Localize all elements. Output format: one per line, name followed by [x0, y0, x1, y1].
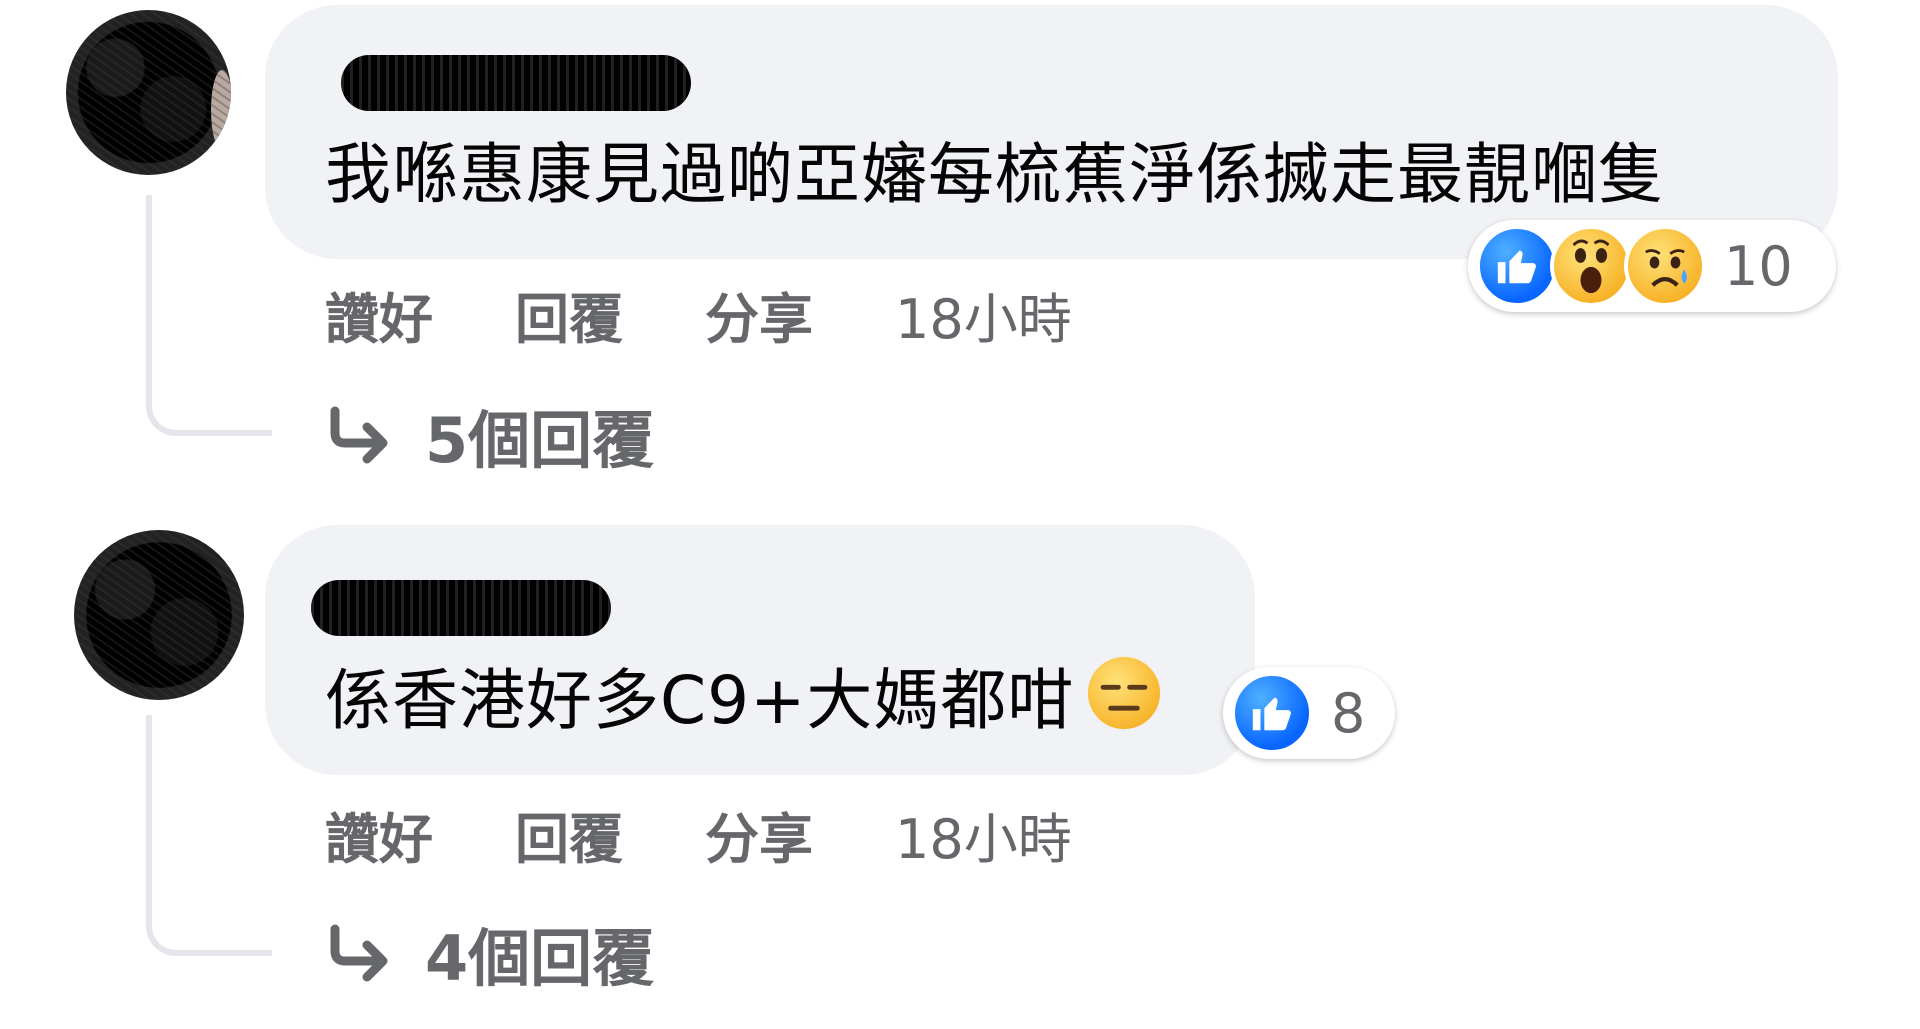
comment-actions: 讚好 回覆 分享 18小時: [325, 795, 1072, 874]
comment-text: 我喺惠康見過啲亞嬸每梳蕉淨係搣走最靚嗰隻: [325, 136, 1665, 213]
author-name-redacted[interactable]: [311, 580, 611, 636]
timestamp[interactable]: 18小時: [895, 275, 1072, 354]
like-button[interactable]: 讚好: [325, 275, 433, 354]
comment-actions: 讚好 回覆 分享 18小時: [325, 275, 1072, 354]
replies-count-label: 4個回覆: [425, 922, 655, 995]
like-button[interactable]: 讚好: [325, 795, 433, 874]
timestamp[interactable]: 18小時: [895, 795, 1072, 874]
avatar[interactable]: [74, 530, 244, 700]
expressionless-face-icon: [1088, 656, 1161, 730]
comment-text: 係香港好多C9+大媽都咁: [325, 655, 1162, 741]
view-replies-link[interactable]: 4個回覆: [325, 908, 654, 998]
thread-connector: [146, 715, 272, 956]
author-name-redacted[interactable]: [341, 55, 691, 111]
comments-section: 我喺惠康見過啲亞嬸每梳蕉淨係搣走最靚嗰隻 10 讚好 回覆 分享 18小時 5個…: [0, 0, 1920, 1029]
share-button[interactable]: 分享: [705, 795, 813, 874]
reply-button[interactable]: 回覆: [515, 795, 623, 874]
sad-icon: [1624, 225, 1706, 307]
share-button[interactable]: 分享: [705, 275, 813, 354]
comment-bubble: 係香港好多C9+大媽都咁: [265, 525, 1255, 775]
reply-arrow-icon: [330, 406, 388, 464]
thread-connector: [146, 195, 272, 436]
reaction-summary[interactable]: 10: [1468, 220, 1836, 312]
reaction-count: 10: [1724, 234, 1793, 298]
wow-icon: [1550, 225, 1632, 307]
reply-arrow-icon: [330, 924, 388, 982]
reaction-summary[interactable]: 8: [1223, 667, 1395, 759]
like-icon: [1476, 225, 1558, 307]
replies-count-label: 5個回覆: [425, 404, 655, 477]
view-replies-link[interactable]: 5個回覆: [325, 390, 654, 480]
like-icon: [1231, 672, 1313, 754]
reaction-count: 8: [1331, 681, 1366, 745]
reply-button[interactable]: 回覆: [515, 275, 623, 354]
avatar[interactable]: [66, 10, 231, 175]
comment-text-content: 係香港好多C9+大媽都咁: [325, 662, 1075, 739]
